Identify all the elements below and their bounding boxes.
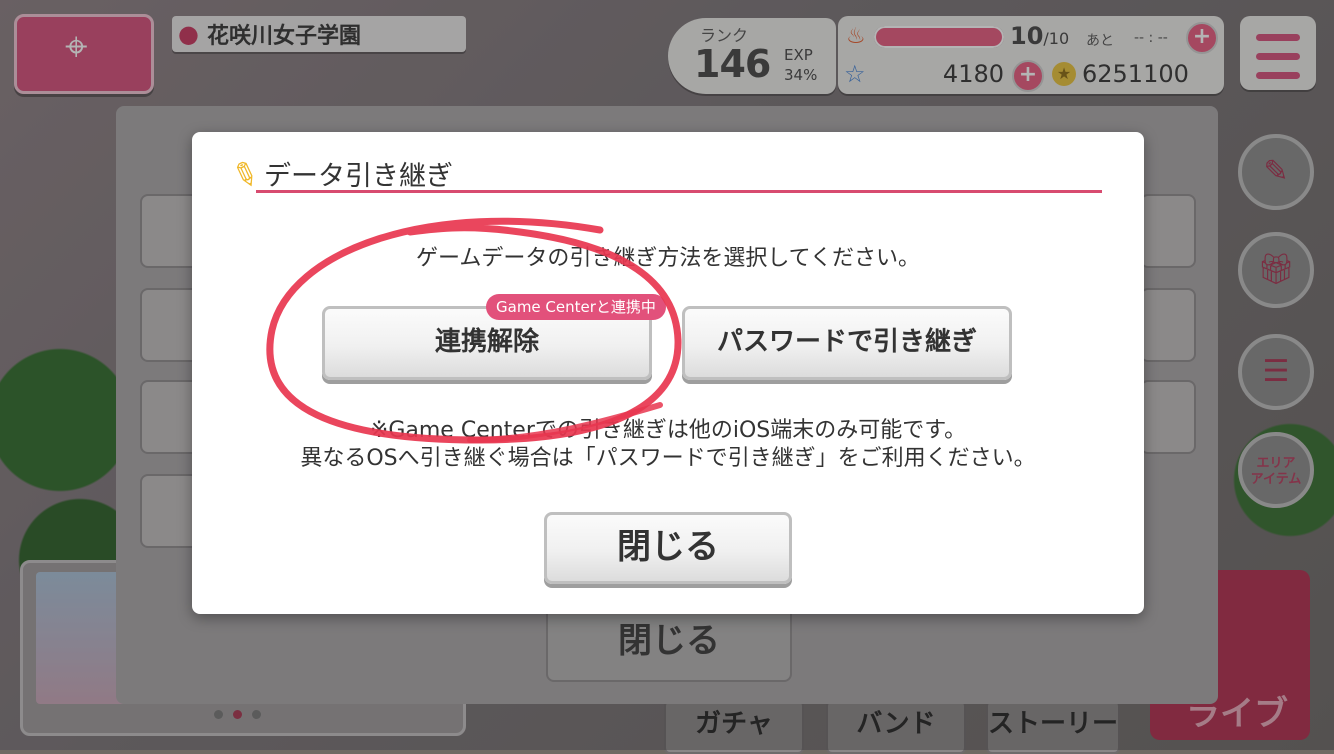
note-line-2: 異なるOSへ引き継ぐ場合は「パスワードで引き継ぎ」をご利用ください。: [300, 446, 1036, 471]
close-button[interactable]: 閉じる: [544, 512, 792, 584]
data-transfer-dialog: ✎ データ引き継ぎ ゲームデータの引き継ぎ方法を選択してください。 連携解除 G…: [192, 132, 1144, 614]
linked-status-badge: Game Centerと連携中: [486, 294, 666, 320]
dialog-instruction: ゲームデータの引き継ぎ方法を選択してください。: [415, 246, 921, 271]
dialog-title: データ引き継ぎ: [264, 161, 453, 192]
password-transfer-button[interactable]: パスワードで引き継ぎ: [682, 306, 1012, 380]
title-divider: [256, 190, 1102, 193]
